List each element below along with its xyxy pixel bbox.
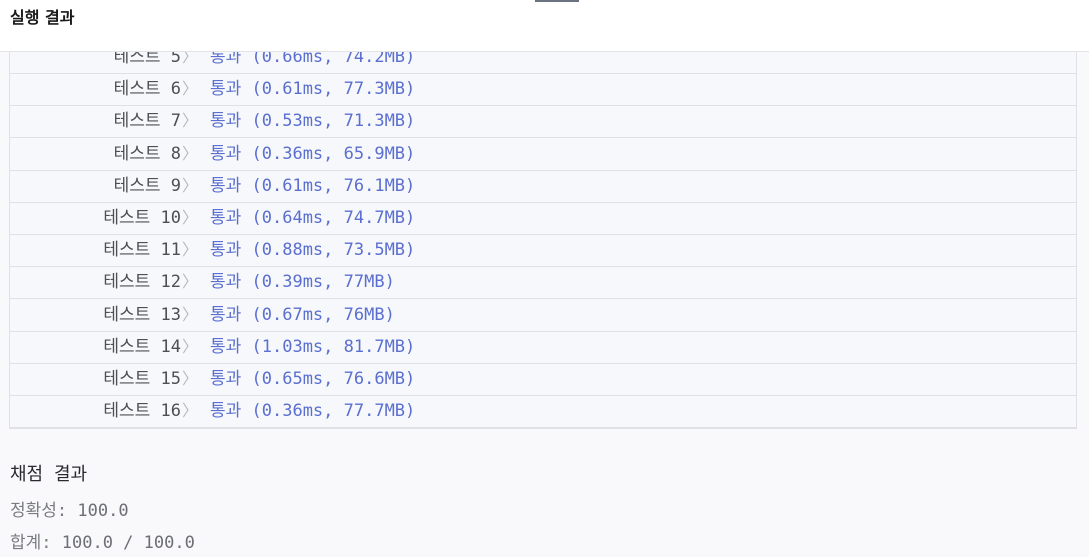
chevron-right-icon: 〉 — [182, 401, 199, 421]
chevron-right-icon: 〉 — [182, 369, 199, 388]
test-case-result: 통과 (0.88ms, 73.5MB) — [210, 240, 416, 261]
test-case-label: 테스트 9 — [113, 175, 181, 196]
test-case-label: 테스트 11 — [103, 240, 181, 261]
test-result-row: 테스트 16 〉 통과 (0.36ms, 77.7MB) — [10, 395, 1076, 428]
output-title: 실행 결과 — [10, 8, 75, 27]
chevron-right-icon: 〉 — [182, 208, 199, 227]
chevron-right-icon: 〉 — [182, 336, 199, 356]
test-case-result: 통과 (0.36ms, 65.9MB) — [210, 143, 416, 164]
test-case-result: 통과 (0.53ms, 71.3MB) — [210, 111, 416, 132]
accuracy-line: 정확성: 100.0 — [10, 496, 129, 521]
test-case-label: 테스트 16 — [103, 401, 181, 422]
chevron-right-icon: 〉 — [182, 240, 199, 260]
test-result-row: 테스트 11 〉 통과 (0.88ms, 73.5MB) — [10, 234, 1076, 268]
chevron-right-icon: 〉 — [182, 175, 199, 195]
test-case-result: 통과 (0.61ms, 76.1MB) — [210, 175, 416, 196]
test-case-label: 테스트 7 — [113, 111, 181, 132]
test-results-panel[interactable]: 테스트 5 〉 통과 (0.66ms, 74.2MB) 테스트 6 〉 통과 (0.61m… — [9, 40, 1077, 429]
test-result-row: 테스트 10 〉 통과 (0.64ms, 74.7MB) — [10, 202, 1076, 235]
test-result-row: 테스트 14 〉 통과 (1.03ms, 81.7MB) — [10, 331, 1076, 364]
test-result-row: 테스트 13 〉 통과 (0.67ms, 76MB) — [10, 299, 1076, 332]
test-result-row: 테스트 15 〉 통과 (0.65ms, 76.6MB) — [10, 363, 1076, 396]
test-result-row: 테스트 9 〉 통과 (0.61ms, 76.1MB) — [10, 170, 1076, 203]
test-case-label: 테스트 14 — [103, 336, 181, 357]
accuracy-value: 100.0 — [77, 501, 129, 521]
test-result-row: 테스트 8 〉 통과 (0.36ms, 65.9MB) — [10, 138, 1076, 171]
test-case-label: 테스트 12 — [103, 272, 181, 293]
grading-title: 채점 결과 — [10, 464, 88, 485]
test-result-row: 테스트 6 〉 통과 (0.61ms, 77.3MB) — [10, 73, 1076, 107]
total-value: 100.0 / 100.0 — [61, 533, 195, 553]
test-case-result: 통과 (1.03ms, 81.7MB) — [210, 336, 416, 357]
test-case-result: 통과 (0.65ms, 76.6MB) — [210, 369, 416, 389]
test-case-label: 테스트 6 — [113, 79, 181, 100]
total-line: 합계: 100.0 / 100.0 — [10, 528, 195, 553]
test-case-label: 테스트 13 — [103, 304, 181, 325]
resize-handle[interactable] — [535, 0, 579, 2]
test-case-result: 통과 (0.64ms, 74.7MB) — [210, 208, 416, 228]
test-result-row: 테스트 7 〉 통과 (0.53ms, 71.3MB) — [10, 105, 1076, 139]
test-case-result: 통과 (0.36ms, 77.7MB) — [210, 401, 416, 422]
output-header: 실행 결과 — [0, 0, 1089, 52]
chevron-right-icon: 〉 — [182, 143, 199, 163]
chevron-right-icon: 〉 — [182, 272, 199, 292]
test-case-result: 통과 (0.61ms, 77.3MB) — [210, 79, 416, 100]
chevron-right-icon: 〉 — [182, 79, 199, 99]
chevron-right-icon: 〉 — [182, 111, 199, 131]
total-label: 합계: — [10, 533, 62, 553]
test-case-result: 통과 (0.39ms, 77MB) — [210, 272, 395, 293]
test-case-label: 테스트 8 — [113, 143, 181, 164]
test-result-row: 테스트 12 〉 통과 (0.39ms, 77MB) — [10, 266, 1076, 300]
chevron-right-icon: 〉 — [182, 304, 199, 324]
test-case-label: 테스트 10 — [103, 208, 181, 228]
test-case-result: 통과 (0.67ms, 76MB) — [210, 304, 395, 325]
accuracy-label: 정확성: — [10, 501, 78, 521]
test-case-label: 테스트 15 — [103, 369, 181, 389]
